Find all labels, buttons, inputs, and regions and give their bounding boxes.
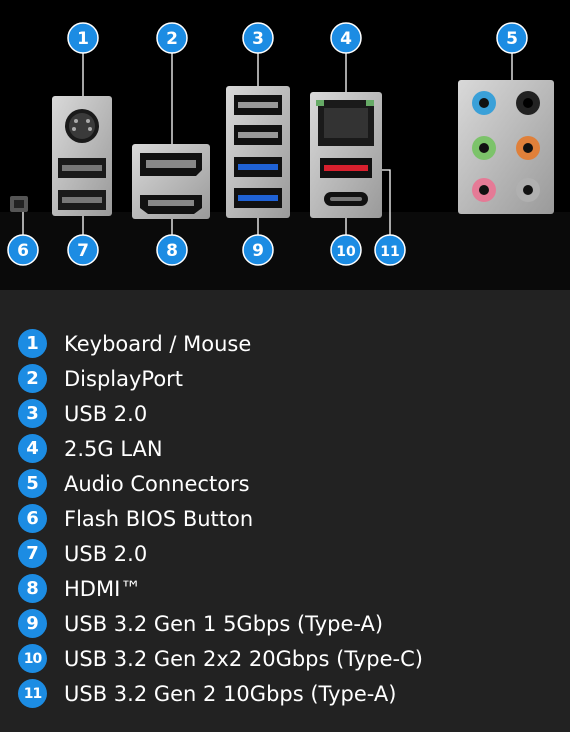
callout-badge: 11 [374, 234, 406, 266]
legend-number-badge: 7 [18, 539, 47, 568]
callout-badge: 10 [330, 234, 362, 266]
displayport-hdmi-stack [132, 144, 210, 219]
audio-connectors [458, 80, 554, 214]
legend-label: Flash BIOS Button [64, 506, 254, 531]
legend-item: 11 USB 3.2 Gen 2 10Gbps (Type-A) [18, 676, 423, 711]
callout-number: 3 [252, 29, 264, 49]
legend-number-badge: 9 [18, 609, 47, 638]
callout-number: 9 [252, 241, 264, 261]
callout-badge: 9 [242, 234, 274, 266]
callout-number: 8 [166, 241, 178, 261]
legend-number-badge: 11 [18, 679, 47, 708]
legend-item: 2 DisplayPort [18, 361, 423, 396]
callout-number: 5 [506, 29, 518, 49]
port-legend: 1 Keyboard / Mouse 2 DisplayPort 3 USB 2.0 4 2.… [0, 290, 570, 732]
usb-stack [226, 86, 290, 218]
callout-badge: 5 [496, 22, 528, 54]
legend-item: 8 HDMI™ [18, 571, 423, 606]
legend-number-badge: 10 [18, 644, 47, 673]
callout-badge: 8 [156, 234, 188, 266]
legend-item: 1 Keyboard / Mouse [18, 326, 423, 361]
callout-badge: 6 [7, 234, 39, 266]
legend-label: USB 3.2 Gen 2 10Gbps (Type-A) [64, 681, 397, 706]
legend-item: 9 USB 3.2 Gen 1 5Gbps (Type-A) [18, 606, 423, 641]
ps2-usb-stack [52, 96, 112, 216]
callout-badge: 1 [67, 22, 99, 54]
callout-number: 2 [166, 29, 178, 49]
io-panel-figure: 1 2 3 4 5 6 7 8 9 10 11 1 Keyboard / Mouse 2 DisplayP… [0, 0, 570, 732]
callout-badge: 4 [330, 22, 362, 54]
callout-number: 1 [77, 29, 89, 49]
legend-label: DisplayPort [64, 366, 184, 391]
legend-number-badge: 2 [18, 364, 47, 393]
callout-number: 10 [336, 244, 356, 260]
legend-number-badge: 1 [18, 329, 47, 358]
legend-label: USB 2.0 [64, 541, 148, 566]
legend-label: HDMI™ [64, 576, 142, 601]
legend-item: 3 USB 2.0 [18, 396, 423, 431]
legend-number-badge: 6 [18, 504, 47, 533]
callout-number: 4 [340, 29, 352, 49]
legend-item: 7 USB 2.0 [18, 536, 423, 571]
callout-number: 6 [17, 241, 29, 261]
callout-badge: 7 [67, 234, 99, 266]
legend-item: 10 USB 3.2 Gen 2x2 20Gbps (Type-C) [18, 641, 423, 676]
callout-number: 11 [380, 244, 399, 260]
legend-list: 1 Keyboard / Mouse 2 DisplayPort 3 USB 2.0 4 2.… [18, 326, 423, 711]
legend-label: Keyboard / Mouse [64, 331, 252, 356]
callout-number: 7 [77, 241, 89, 261]
legend-label: Audio Connectors [64, 471, 250, 496]
callout-badge: 2 [156, 22, 188, 54]
legend-label: USB 3.2 Gen 2x2 20Gbps (Type-C) [64, 646, 423, 671]
legend-number-badge: 5 [18, 469, 47, 498]
legend-item: 4 2.5G LAN [18, 431, 423, 466]
legend-number-badge: 4 [18, 434, 47, 463]
legend-label: 2.5G LAN [64, 436, 163, 461]
legend-label: USB 3.2 Gen 1 5Gbps (Type-A) [64, 611, 384, 636]
callout-badge: 3 [242, 22, 274, 54]
legend-number-badge: 8 [18, 574, 47, 603]
rear-io-panel-photo: 1 2 3 4 5 6 7 8 9 10 11 [0, 0, 570, 290]
legend-item: 6 Flash BIOS Button [18, 501, 423, 536]
legend-number-badge: 3 [18, 399, 47, 428]
legend-label: USB 2.0 [64, 401, 148, 426]
lan-usb-typec-stack [310, 92, 382, 218]
legend-item: 5 Audio Connectors [18, 466, 423, 501]
